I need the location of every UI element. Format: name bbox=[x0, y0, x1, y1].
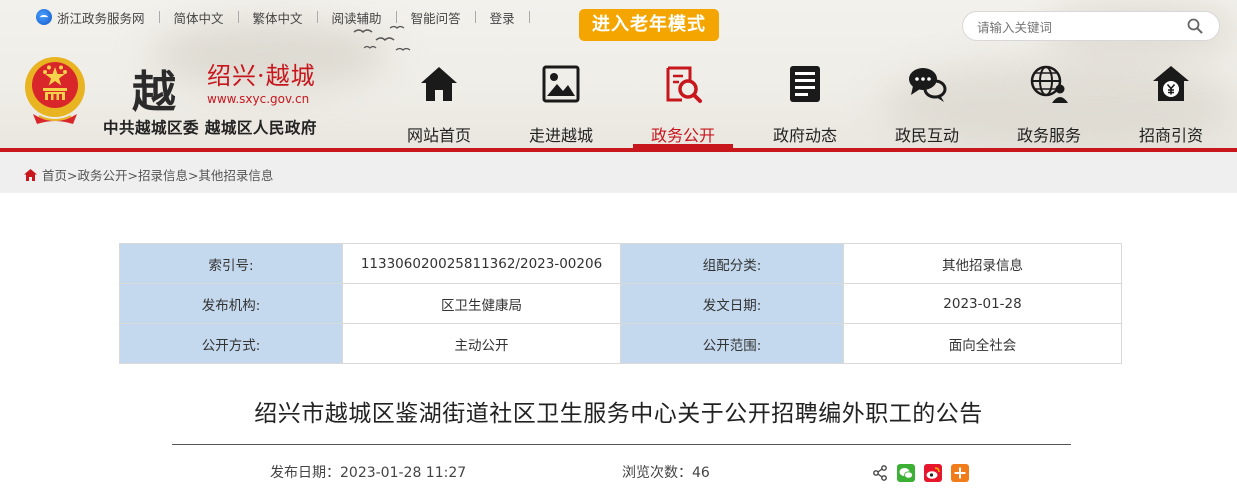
search-icon[interactable] bbox=[1187, 18, 1203, 34]
nav-item-label: 政务公开 bbox=[650, 126, 715, 145]
nav-item-investment[interactable]: 招商引资 bbox=[1110, 60, 1232, 148]
search-input[interactable] bbox=[977, 18, 1177, 36]
divider bbox=[158, 11, 160, 23]
table-row: 公开方式: 主动公开 公开范围: 面向全社会 bbox=[119, 323, 1122, 364]
meta-key: 发布机构: bbox=[119, 283, 343, 324]
elder-mode-button[interactable]: 进入老年模式 bbox=[579, 9, 719, 41]
nav-item-label: 政府动态 bbox=[772, 126, 837, 145]
news-icon bbox=[790, 66, 820, 102]
nav-item-label: 走进越城 bbox=[528, 126, 593, 145]
view-count: 浏览次数：46 bbox=[622, 465, 710, 481]
share-bar bbox=[872, 464, 978, 482]
main-nav: 网站首页 走进越城 政务公开 政府动态 政民互动 政务服务 招商引资 bbox=[378, 60, 1232, 148]
divider bbox=[237, 11, 239, 23]
meta-value: 113306020025811362/2023-00206 bbox=[342, 243, 621, 284]
more-share-icon[interactable] bbox=[951, 464, 969, 482]
wechat-icon[interactable] bbox=[897, 464, 915, 482]
breadcrumb-bar: 首页>政务公开>招录信息>其他招录信息 bbox=[0, 152, 1237, 193]
divider bbox=[474, 11, 476, 23]
table-row: 发布机构: 区卫生健康局 发文日期: 2023-01-28 bbox=[119, 283, 1122, 324]
picture-icon bbox=[542, 65, 580, 103]
nav-item-services[interactable]: 政务服务 bbox=[988, 60, 1110, 148]
site-url: www.sxyc.gov.cn bbox=[207, 92, 310, 106]
home-icon bbox=[421, 67, 457, 101]
search-box bbox=[962, 11, 1220, 41]
globe-user-icon bbox=[1030, 65, 1068, 103]
top-bar: 浙江政务服务网 简体中文 繁体中文 阅读辅助 智能问答 登录 bbox=[36, 6, 544, 28]
nav-item-label: 招商引资 bbox=[1138, 126, 1203, 145]
divider bbox=[528, 11, 530, 23]
meta-value: 主动公开 bbox=[342, 323, 621, 364]
zhejiang-gov-logo-icon bbox=[36, 9, 52, 25]
home-icon bbox=[24, 168, 37, 181]
table-row: 索引号: 113306020025811362/2023-00206 组配分类:… bbox=[119, 243, 1122, 284]
meta-key: 发文日期: bbox=[620, 283, 844, 324]
meta-key: 公开方式: bbox=[119, 323, 343, 364]
traditional-chinese-link[interactable]: 繁体中文 bbox=[253, 8, 303, 27]
nav-item-about[interactable]: 走进越城 bbox=[500, 60, 622, 148]
national-emblem-icon bbox=[25, 57, 85, 124]
breadcrumb: 首页>政务公开>招录信息>其他招录信息 bbox=[24, 165, 273, 184]
site-header: 浙江政务服务网 简体中文 繁体中文 阅读辅助 智能问答 登录 进入老年模式 请输… bbox=[0, 0, 1237, 152]
yuan-house-icon bbox=[1153, 66, 1189, 101]
nav-item-label: 政务服务 bbox=[1016, 126, 1081, 145]
document-meta-table: 索引号: 113306020025811362/2023-00206 组配分类:… bbox=[119, 243, 1122, 364]
nav-item-home[interactable]: 网站首页 bbox=[378, 60, 500, 148]
nav-item-gov-news[interactable]: 政府动态 bbox=[744, 60, 866, 148]
yuecheng-logo-char: 越 bbox=[132, 67, 176, 118]
title-divider bbox=[172, 444, 1071, 445]
meta-key: 索引号: bbox=[119, 243, 343, 284]
meta-key: 公开范围: bbox=[620, 323, 844, 364]
breadcrumb-path[interactable]: 首页>政务公开>招录信息>其他招录信息 bbox=[42, 165, 273, 184]
nav-item-label: 政民互动 bbox=[894, 126, 959, 145]
zhejiang-portal-link[interactable]: 浙江政务服务网 bbox=[57, 8, 145, 27]
birds-decoration-icon bbox=[353, 25, 411, 51]
meta-value: 2023-01-28 bbox=[843, 283, 1122, 324]
chat-bubbles-icon bbox=[909, 68, 947, 102]
nav-item-label: 网站首页 bbox=[406, 126, 471, 145]
meta-value: 区卫生健康局 bbox=[342, 283, 621, 324]
share-icon[interactable] bbox=[872, 465, 888, 481]
document-search-icon bbox=[666, 66, 702, 103]
organization-name: 中共越城区委 越城区人民政府 bbox=[103, 119, 317, 137]
publish-date: 发布日期：2023-01-28 11:27 bbox=[270, 465, 467, 481]
weibo-icon[interactable] bbox=[924, 464, 942, 482]
nav-item-interaction[interactable]: 政民互动 bbox=[866, 60, 988, 148]
article-title: 绍兴市越城区鉴湖街道社区卫生服务中心关于公开招聘编外职工的公告 bbox=[254, 401, 983, 427]
meta-key: 组配分类: bbox=[620, 243, 844, 284]
divider bbox=[316, 11, 318, 23]
nav-item-gov-affairs[interactable]: 政务公开 bbox=[622, 60, 744, 148]
city-name: 绍兴·越城 bbox=[207, 62, 316, 90]
meta-value: 面向全社会 bbox=[843, 323, 1122, 364]
simplified-chinese-link[interactable]: 简体中文 bbox=[174, 8, 224, 27]
meta-value: 其他招录信息 bbox=[843, 243, 1122, 284]
login-link[interactable]: 登录 bbox=[490, 8, 515, 27]
